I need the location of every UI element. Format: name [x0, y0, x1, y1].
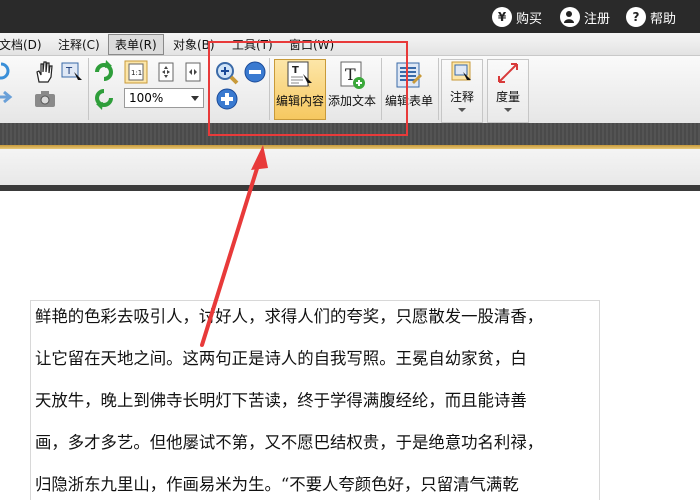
help-button[interactable]: ? 帮助 — [626, 6, 676, 28]
chevron-down-icon — [191, 96, 199, 101]
toolbar-separator — [88, 58, 89, 120]
menu-annotate[interactable]: 注释(C) — [58, 36, 100, 53]
annotate-button[interactable]: 注释 — [441, 59, 483, 123]
toolbar-separator — [438, 58, 439, 120]
annotate-label: 注释 — [449, 90, 474, 104]
buy-button[interactable]: ¥ 购买 — [492, 6, 542, 28]
forward-button[interactable] — [0, 90, 14, 104]
measure-button[interactable]: 度量 — [487, 59, 529, 123]
chevron-down-icon — [504, 108, 512, 112]
hand-icon — [36, 61, 53, 83]
document-top-border — [0, 185, 700, 191]
zoom-level-value: 100% — [129, 91, 164, 105]
chevron-down-icon — [458, 108, 466, 112]
actual-size-button[interactable]: 1:1 — [124, 60, 148, 84]
measure-icon — [498, 63, 518, 83]
snapshot-button[interactable] — [34, 90, 56, 108]
secondary-toolbar-area — [0, 149, 700, 185]
rotate-ccw-button[interactable] — [93, 88, 115, 110]
undo-icon — [0, 62, 10, 80]
rotate-cw-button[interactable] — [93, 60, 115, 82]
top-bar: ¥ 购买 注册 ? 帮助 — [0, 0, 700, 33]
fit-page-button[interactable] — [154, 60, 178, 84]
select-text-icon: T — [61, 62, 82, 84]
arrow-right-icon — [0, 90, 13, 104]
rotate-clockwise-icon — [95, 60, 113, 81]
svg-text:T: T — [65, 66, 73, 77]
text-line: 画，多才多艺。但他屡试不第，又不愿巴结权贵，于是绝意功名利禄， — [35, 433, 544, 452]
fit-page-icon — [158, 62, 174, 82]
yen-icon: ¥ — [492, 7, 512, 27]
undo-button[interactable] — [0, 62, 12, 80]
text-line: 天放牛，晚上到佛寺长明灯下苦读，终于学得满腹经纶，而且能诗善 — [35, 391, 527, 410]
actual-size-icon: 1:1 — [124, 60, 148, 84]
measure-label: 度量 — [495, 90, 520, 104]
svg-text:1:1: 1:1 — [131, 69, 142, 77]
text-line: 让它留在天地之间。这两句正是诗人的自我写照。王冕自幼家贫，白 — [35, 349, 527, 368]
register-label: 注册 — [584, 11, 611, 27]
zoom-level-select[interactable]: 100% — [124, 88, 204, 108]
text-line: 鲜艳的色彩去吸引人，讨好人，求得人们的夸奖，只愿散发一股清香， — [35, 307, 544, 326]
hand-tool-button[interactable] — [34, 60, 54, 84]
register-button[interactable]: 注册 — [560, 6, 610, 28]
select-text-button[interactable]: T — [60, 60, 84, 84]
highlight-box — [208, 41, 408, 136]
user-lock-icon — [560, 7, 580, 27]
menu-form[interactable]: 表单(R) — [108, 34, 164, 55]
help-icon: ? — [626, 7, 646, 27]
rotate-counterclockwise-icon — [95, 89, 113, 110]
menu-document[interactable]: 文档(D) — [0, 36, 42, 53]
fit-width-button[interactable] — [182, 60, 204, 84]
fit-width-icon — [185, 62, 201, 82]
help-label: 帮助 — [650, 11, 677, 27]
document-text-block[interactable]: 鲜艳的色彩去吸引人，讨好人，求得人们的夸奖，只愿散发一股清香， 让它留在天地之间… — [30, 300, 600, 500]
camera-icon — [35, 91, 55, 107]
text-line: 归隐浙东九里山，作画易米为生。“不要人夸颜色好，只留清气满乾 — [35, 475, 519, 494]
annotate-icon — [451, 61, 471, 84]
buy-label: 购买 — [516, 11, 543, 27]
